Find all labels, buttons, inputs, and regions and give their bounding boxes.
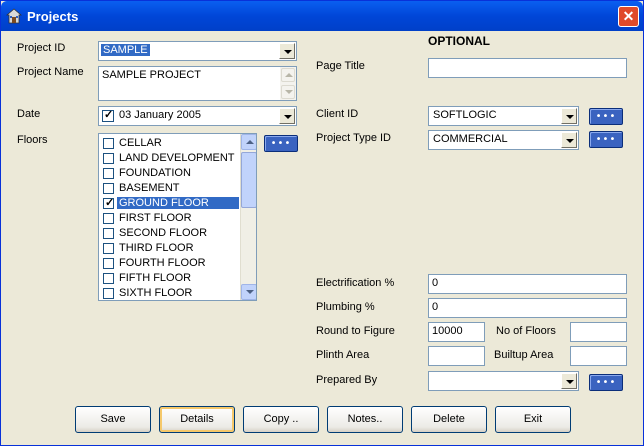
floor-checkbox[interactable] <box>103 258 114 269</box>
page-title-label: Page Title <box>316 60 365 72</box>
floor-checkbox[interactable] <box>103 273 114 284</box>
list-item[interactable]: SIXTH FLOOR <box>101 286 239 300</box>
list-item[interactable]: CELLAR <box>101 136 239 151</box>
app-house-icon <box>6 8 22 24</box>
delete-button[interactable]: Delete <box>411 406 487 433</box>
notes-button[interactable]: Notes.. <box>327 406 403 433</box>
page-title-input[interactable] <box>428 58 627 78</box>
project-type-value: COMMERCIAL <box>433 133 508 145</box>
project-id-label: Project ID <box>17 42 66 54</box>
client-browse-button[interactable] <box>589 108 623 125</box>
round-label: Round to Figure <box>316 325 395 337</box>
project-name-input[interactable]: SAMPLE PROJECT <box>98 66 297 101</box>
scroll-down-icon[interactable] <box>281 85 295 99</box>
builtup-label: Builtup Area <box>494 349 554 361</box>
floor-label: GROUND FLOOR <box>117 197 239 209</box>
floor-label: BASEMENT <box>119 182 180 194</box>
floor-checkbox[interactable] <box>103 153 114 164</box>
list-item[interactable]: BASEMENT <box>101 181 239 196</box>
list-item[interactable]: FIRST FLOOR <box>101 211 239 226</box>
floor-checkbox[interactable]: ✓ <box>103 197 114 209</box>
copy-button[interactable]: Copy .. <box>243 406 319 433</box>
list-item[interactable]: FIFTH FLOOR <box>101 271 239 286</box>
date-checkbox[interactable]: ✓ <box>102 109 114 122</box>
project-type-label: Project Type ID <box>316 132 391 144</box>
scroll-down-icon[interactable] <box>241 284 256 300</box>
floor-label: FIFTH FLOOR <box>119 272 192 284</box>
plinth-input[interactable] <box>428 346 485 366</box>
no-floors-input[interactable] <box>570 322 627 342</box>
floor-label: LAND DEVELOPMENT <box>119 152 235 164</box>
client-id-label: Client ID <box>316 108 359 120</box>
optional-heading: OPTIONAL <box>428 34 490 48</box>
prepared-by-label: Prepared By <box>316 374 378 386</box>
projects-window: Projects ✕ Project ID SAMPLE Project Nam… <box>0 0 644 446</box>
chevron-down-icon[interactable] <box>561 132 577 148</box>
project-type-browse-button[interactable] <box>589 131 623 148</box>
floor-checkbox[interactable] <box>103 168 114 179</box>
floor-checkbox[interactable] <box>103 288 114 299</box>
electrification-label: Electrification % <box>316 277 395 289</box>
project-name-label: Project Name <box>17 66 84 78</box>
calendar-dropdown-icon[interactable] <box>279 108 295 124</box>
prepared-by-combo[interactable] <box>428 371 579 391</box>
client-id-value: SOFTLOGIC <box>433 109 497 121</box>
chevron-down-icon[interactable] <box>279 43 295 59</box>
floors-browse-button[interactable] <box>264 135 298 152</box>
floor-label: FOURTH FLOOR <box>119 257 206 269</box>
electrification-input[interactable]: 0 <box>428 274 627 294</box>
round-input[interactable]: 10000 <box>428 322 485 342</box>
chevron-down-icon[interactable] <box>561 108 577 124</box>
scroll-thumb[interactable] <box>241 152 256 208</box>
list-item[interactable]: FOURTH FLOOR <box>101 256 239 271</box>
no-floors-label: No of Floors <box>496 325 556 337</box>
plinth-label: Plinth Area <box>316 349 370 361</box>
window-title: Projects <box>27 9 79 24</box>
project-id-value: SAMPLE <box>101 44 150 56</box>
date-label: Date <box>17 108 41 120</box>
exit-button[interactable]: Exit <box>495 406 571 433</box>
project-id-combo[interactable]: SAMPLE <box>98 41 297 61</box>
save-button[interactable]: Save <box>75 406 151 433</box>
floor-checkbox[interactable] <box>103 228 114 239</box>
list-item[interactable]: FOUNDATION <box>101 166 239 181</box>
close-button[interactable]: ✕ <box>618 6 639 27</box>
floors-label: Floors <box>17 134 48 146</box>
floor-label: SECOND FLOOR <box>119 227 208 239</box>
project-name-scrollbar[interactable] <box>280 67 296 100</box>
floor-checkbox[interactable] <box>103 138 114 149</box>
details-button[interactable]: Details <box>159 406 235 433</box>
title-bar[interactable]: Projects ✕ <box>1 1 643 31</box>
project-type-combo[interactable]: COMMERCIAL <box>428 130 579 150</box>
list-item[interactable]: SECOND FLOOR <box>101 226 239 241</box>
project-name-value: SAMPLE PROJECT <box>102 69 202 81</box>
client-id-combo[interactable]: SOFTLOGIC <box>428 106 579 126</box>
floor-label: FIRST FLOOR <box>119 212 192 224</box>
date-value: 03 January 2005 <box>119 109 201 121</box>
list-item[interactable]: ✓ GROUND FLOOR <box>101 196 239 211</box>
floor-checkbox[interactable] <box>103 213 114 224</box>
floors-scrollbar[interactable] <box>240 134 256 300</box>
plumbing-input[interactable]: 0 <box>428 298 627 318</box>
scroll-up-icon[interactable] <box>241 134 256 150</box>
floor-checkbox[interactable] <box>103 183 114 194</box>
chevron-down-icon[interactable] <box>561 373 577 389</box>
floor-label: CELLAR <box>119 137 162 149</box>
list-item[interactable]: THIRD FLOOR <box>101 241 239 256</box>
floor-label: THIRD FLOOR <box>119 242 194 254</box>
plumbing-label: Plumbing % <box>316 301 375 313</box>
floor-label: SIXTH FLOOR <box>119 287 193 299</box>
list-item[interactable]: LAND DEVELOPMENT <box>101 151 239 166</box>
prepared-by-browse-button[interactable] <box>589 374 623 391</box>
date-picker[interactable]: ✓ 03 January 2005 <box>98 106 297 126</box>
builtup-input[interactable] <box>570 346 627 366</box>
scroll-up-icon[interactable] <box>281 68 295 82</box>
floor-label: FOUNDATION <box>119 167 191 179</box>
floors-listbox[interactable]: CELLAR LAND DEVELOPMENT FOUNDATION BASEMENT… <box>98 133 257 301</box>
floor-checkbox[interactable] <box>103 243 114 254</box>
